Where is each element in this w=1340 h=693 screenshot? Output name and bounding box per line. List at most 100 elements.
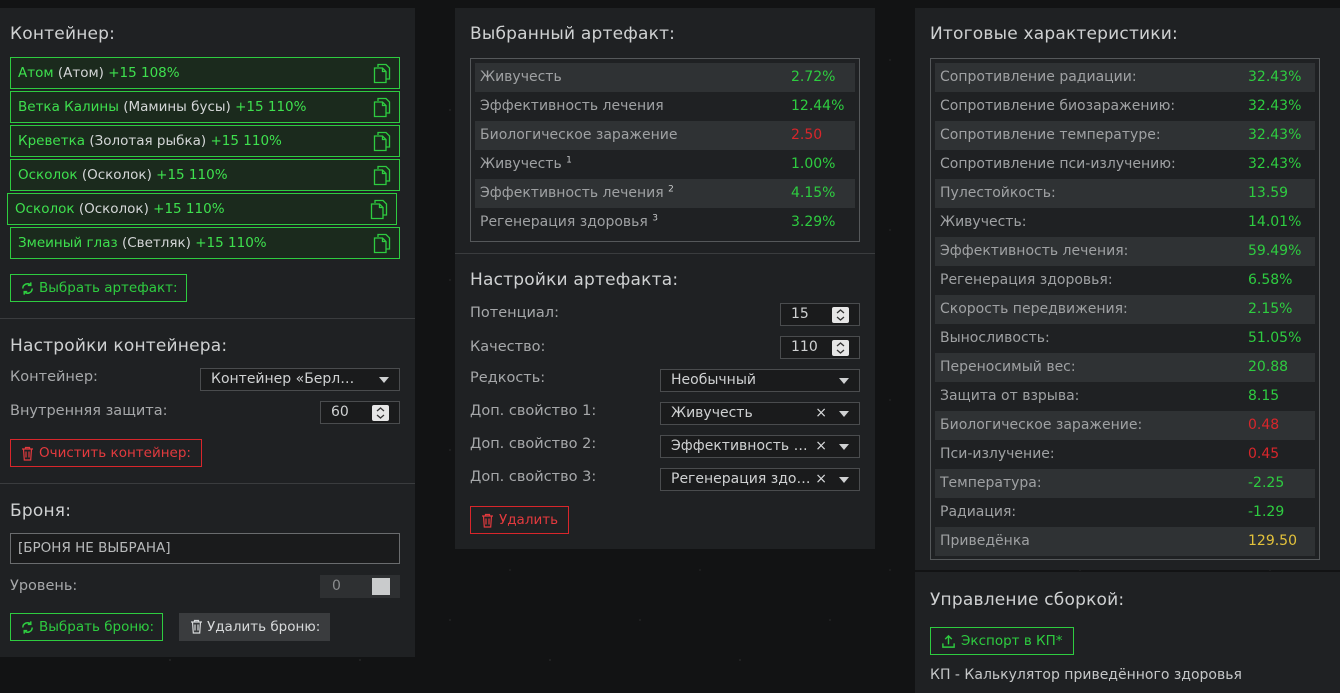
potential-stepper[interactable]: 15 — [780, 303, 860, 326]
total-stat-row: Пси-излучение: 0.45 — [935, 440, 1315, 469]
stat-label: Температура: — [940, 475, 1042, 491]
stat-value: 51.05% — [1248, 330, 1302, 346]
container-title: Контейнер: — [10, 24, 116, 44]
artifact-stats-table: Живучесть 2.72% Эффективность лечения 12.44… — [470, 58, 860, 242]
total-stat-row: Радиация: -1.29 — [935, 498, 1315, 527]
export-button[interactable]: Экспорт в КП* — [930, 627, 1074, 655]
stat-value: 32.43% — [1248, 98, 1302, 114]
artifact-bonus: +15 110% — [153, 201, 225, 217]
stat-label: Живучесть — [480, 156, 562, 172]
protection-value: 60 — [331, 404, 349, 420]
container-label: Контейнер: — [10, 369, 98, 385]
stat-label: Переносимый вес: — [940, 359, 1076, 375]
artifact-stat-row: Живучесть 2.72% — [475, 63, 855, 92]
copy-icon[interactable] — [373, 63, 391, 84]
stat-label: Пулестойкость: — [940, 185, 1056, 201]
prop3-select[interactable]: Регенерация здоровья × — [660, 468, 860, 491]
delete-artifact-button[interactable]: Удалить — [470, 506, 570, 534]
stat-label: Приведёнка — [940, 533, 1030, 549]
prop2-select[interactable]: Эффективность лечения × — [660, 435, 860, 458]
stat-value: 129.50 — [1248, 533, 1297, 549]
artifact-original: (Осколок) — [81, 167, 152, 183]
stat-label: Скорость передвижения: — [940, 301, 1128, 317]
artifact-name: Креветка — [18, 133, 86, 149]
stat-value: 6.58% — [1248, 272, 1293, 288]
clear-container-button[interactable]: Очистить контейнер: — [10, 439, 202, 467]
artifact-stat-row: Биологическое заражение 2.50 — [475, 121, 855, 150]
stat-value: 20.88 — [1248, 359, 1289, 375]
armor-level-label: Уровень: — [10, 578, 78, 594]
container-select[interactable]: Контейнер «Берлога… — [200, 368, 400, 391]
copy-icon[interactable] — [370, 199, 388, 220]
container-item[interactable]: Атом (Атом) +15 108% — [10, 57, 400, 89]
build-panel: Управление сборкой: Экспорт в КП* КП - К… — [915, 572, 1340, 693]
clear-icon[interactable]: × — [815, 403, 827, 424]
prop3-select-value: Регенерация здоровья — [671, 471, 811, 487]
total-stat-row: Переносимый вес: 20.88 — [935, 353, 1315, 382]
delete-artifact-label: Удалить — [499, 512, 559, 528]
protection-stepper[interactable]: 60 — [320, 401, 400, 424]
artifact-bonus: +15 110% — [235, 99, 307, 115]
rarity-select[interactable]: Необычный — [660, 369, 860, 392]
total-stat-row: Эффективность лечения: 59.49% — [935, 237, 1315, 266]
armor-title: Броня: — [10, 501, 72, 521]
container-item[interactable]: Креветка (Золотая рыбка) +15 110% — [10, 125, 400, 157]
clear-icon[interactable]: × — [815, 469, 827, 490]
total-stat-row: Биологическое заражение: 0.48 — [935, 411, 1315, 440]
container-item[interactable]: Змеиный глаз (Светляк) +15 110% — [10, 227, 400, 259]
stepper-arrows-icon[interactable] — [832, 340, 849, 356]
prop1-select[interactable]: Живучесть × — [660, 402, 860, 425]
stat-value: 12.44% — [791, 98, 845, 114]
total-stat-row: Защита от взрыва: 8.15 — [935, 382, 1315, 411]
artifact-stat-row: Эффективность лечения 12.44% — [475, 92, 855, 121]
stat-value: 0.48 — [1248, 417, 1280, 433]
stat-label: Сопротивление температуре: — [940, 127, 1161, 143]
artifact-name: Атом — [18, 65, 54, 81]
refresh-icon — [22, 282, 33, 295]
chevron-down-icon — [379, 377, 389, 383]
container-select-value: Контейнер «Берлога… — [211, 371, 361, 387]
quality-stepper[interactable]: 110 — [780, 336, 860, 359]
stat-value: 1.00% — [791, 156, 836, 172]
copy-icon[interactable] — [373, 233, 391, 254]
container-item[interactable]: Осколок (Осколок) +15 110% — [7, 193, 397, 225]
prop1-select-value: Живучесть — [671, 405, 753, 421]
delete-armor-label: Удалить броню: — [207, 619, 321, 635]
container-panel: Контейнер: Атом (Атом) +15 108% Ветка Кал… — [0, 8, 415, 657]
select-artifact-button[interactable]: Выбрать артефакт: — [10, 274, 187, 302]
stat-label: Пси-излучение: — [940, 446, 1055, 462]
stepper-arrows-icon[interactable] — [372, 405, 389, 421]
potential-label: Потенциал: — [470, 305, 559, 321]
armor-level-slider[interactable]: 0 — [320, 575, 400, 598]
select-armor-button[interactable]: Выбрать броню: — [10, 613, 164, 641]
armor-field[interactable]: [БРОНЯ НЕ ВЫБРАНА] — [10, 533, 400, 564]
stat-value: 2.15% — [1248, 301, 1293, 317]
stat-value: 2.50 — [791, 127, 823, 143]
copy-icon[interactable] — [373, 97, 391, 118]
stat-label: Эффективность лечения: — [940, 243, 1129, 259]
total-stat-row: Температура: -2.25 — [935, 469, 1315, 498]
total-stat-row: Живучесть: 14.01% — [935, 208, 1315, 237]
artifact-original: (Золотая рыбка) — [89, 133, 207, 149]
slider-thumb[interactable] — [372, 578, 390, 595]
stat-value: 14.01% — [1248, 214, 1302, 230]
divider — [455, 253, 875, 254]
prop1-label: Доп. свойство 1: — [470, 403, 597, 419]
copy-icon[interactable] — [373, 165, 391, 186]
total-stat-row: Пулестойкость: 13.59 — [935, 179, 1315, 208]
stepper-arrows-icon[interactable] — [832, 307, 849, 323]
stat-label: Эффективность лечения — [480, 185, 664, 201]
container-item[interactable]: Ветка Калины (Мамины бусы) +15 110% — [10, 91, 400, 123]
stat-label: Биологическое заражение — [480, 127, 678, 143]
delete-armor-button[interactable]: Удалить броню: — [179, 613, 331, 641]
stat-value: 59.49% — [1248, 243, 1302, 259]
stat-label: Биологическое заражение: — [940, 417, 1143, 433]
quality-label: Качество: — [470, 339, 546, 355]
copy-icon[interactable] — [373, 131, 391, 152]
total-stat-row: Скорость передвижения: 2.15% — [935, 295, 1315, 324]
divider — [0, 483, 415, 484]
clear-icon[interactable]: × — [815, 436, 827, 457]
stat-label: Сопротивление пси-излучению: — [940, 156, 1176, 172]
total-stat-row: Сопротивление температуре: 32.43% — [935, 121, 1315, 150]
container-item[interactable]: Осколок (Осколок) +15 110% — [10, 159, 400, 191]
